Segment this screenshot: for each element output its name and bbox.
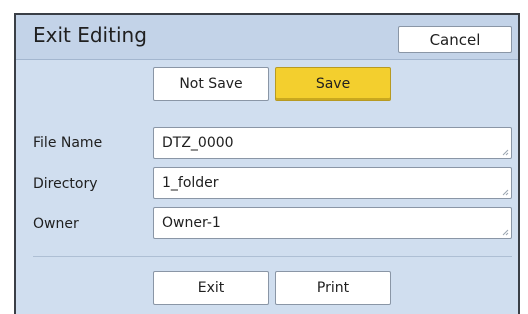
directory-value: 1_folder xyxy=(162,175,219,191)
cancel-button[interactable]: Cancel xyxy=(398,26,512,53)
owner-value: Owner-1 xyxy=(162,215,221,231)
resize-grip-icon xyxy=(502,229,509,236)
exit-button[interactable]: Exit xyxy=(153,271,269,305)
owner-field[interactable]: Owner-1 xyxy=(153,207,512,239)
resize-grip-icon xyxy=(502,149,509,156)
exit-editing-dialog: Exit Editing Cancel Not Save Save File N… xyxy=(14,13,520,314)
print-button[interactable]: Print xyxy=(275,271,391,305)
not-save-button[interactable]: Not Save xyxy=(153,67,269,101)
dialog-header: Exit Editing Cancel xyxy=(16,15,518,60)
file-name-value: DTZ_0000 xyxy=(162,135,234,151)
directory-label: Directory xyxy=(33,176,98,192)
save-button[interactable]: Save xyxy=(275,67,391,101)
owner-label: Owner xyxy=(33,216,79,232)
file-name-label: File Name xyxy=(33,135,103,151)
dialog-title: Exit Editing xyxy=(33,23,147,47)
directory-field[interactable]: 1_folder xyxy=(153,167,512,199)
resize-grip-icon xyxy=(502,189,509,196)
file-name-field[interactable]: DTZ_0000 xyxy=(153,127,512,159)
divider xyxy=(33,256,512,257)
